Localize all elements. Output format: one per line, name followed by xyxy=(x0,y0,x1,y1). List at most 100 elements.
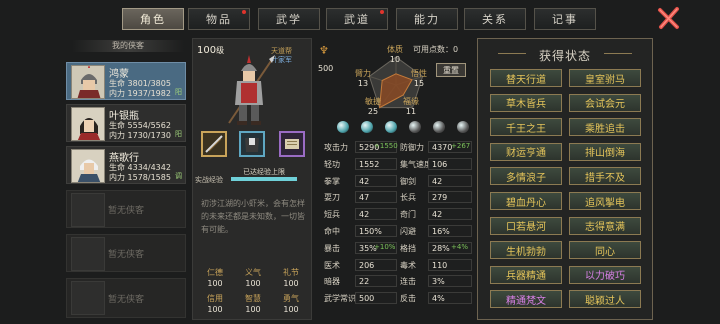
status-badge[interactable]: 志得意满 xyxy=(569,216,641,235)
attr-agility: 敏捷 25 xyxy=(360,96,386,116)
hero-tag: 阳 xyxy=(175,88,182,96)
tab-relations[interactable]: 关系 xyxy=(464,8,526,30)
empty-slot[interactable]: 暂无侠客 xyxy=(66,234,186,272)
stat-key: 反击 xyxy=(400,294,416,303)
status-badge[interactable]: 乘胜追击 xyxy=(569,118,641,137)
status-badge[interactable]: 追风掣电 xyxy=(569,192,641,210)
attr-value: 13 xyxy=(357,79,369,88)
status-badge[interactable]: 措手不及 xyxy=(569,167,641,186)
stat-number: 500 xyxy=(359,294,375,303)
virtue-key: 仁德 xyxy=(207,268,223,277)
accessory-slot[interactable] xyxy=(279,131,305,157)
stat-number: 279 xyxy=(432,193,448,202)
stat-key: 拳掌 xyxy=(324,177,340,186)
virtue-key: 义气 xyxy=(245,268,261,277)
status-badge[interactable]: 同心 xyxy=(569,241,641,260)
tab-label: 武学 xyxy=(276,13,302,26)
status-badge[interactable]: 聪颖过人 xyxy=(569,290,641,309)
virtue-key: 信用 xyxy=(207,294,223,303)
stat-key: 连击 xyxy=(400,277,416,286)
status-badge[interactable]: 口若悬河 xyxy=(490,216,562,235)
hero-mp: 内力 1730/1730 xyxy=(109,131,171,140)
stat-value: 500 xyxy=(355,292,397,304)
stat-number: 42 xyxy=(432,177,443,186)
virtue-stat: 仁德 100 xyxy=(201,267,229,289)
tab-label: 记事 xyxy=(552,13,578,26)
tab-abilities[interactable]: 能力 xyxy=(396,8,458,30)
virtue-value: 100 xyxy=(245,279,261,288)
status-badge[interactable]: 多情浪子 xyxy=(490,167,562,186)
notification-dot xyxy=(242,10,246,14)
tab-martial-path[interactable]: 武道 xyxy=(326,8,388,30)
stat-value: 42 xyxy=(428,175,472,187)
tab-martial-arts[interactable]: 武学 xyxy=(258,8,320,30)
weapon-slot[interactable] xyxy=(201,131,227,157)
gem-icon[interactable] xyxy=(385,121,397,133)
status-badge[interactable]: 排山倒海 xyxy=(569,142,641,161)
gem-icon[interactable] xyxy=(457,121,469,133)
status-badge[interactable]: 碧血丹心 xyxy=(490,192,562,210)
stat-key: 命中 xyxy=(324,227,340,236)
status-badge[interactable]: 兵器精通 xyxy=(490,265,562,284)
party-member-card[interactable]: 燕歌行 生命 4334/4342 内力 1578/1585 调 xyxy=(66,146,186,184)
stat-number: 1552 xyxy=(359,160,380,169)
empty-slot-label: 暂无侠客 xyxy=(107,205,144,216)
notification-dot xyxy=(380,10,384,14)
reset-button[interactable]: 重置 xyxy=(436,63,466,77)
empty-portrait xyxy=(71,193,105,227)
attr-constitution: 体质 10 xyxy=(382,44,408,64)
level-number: 100 xyxy=(197,45,217,56)
status-badge[interactable]: 草木皆兵 xyxy=(490,93,562,112)
virtue-stat: 勇气 100 xyxy=(277,293,305,315)
status-badge[interactable]: 皇室驸马 xyxy=(569,69,641,87)
status-badge[interactable]: 财运亨通 xyxy=(490,142,562,161)
status-badge[interactable]: 以力破巧 xyxy=(569,265,641,284)
exp-status: 已达经验上限 xyxy=(243,168,285,176)
gem-icon[interactable] xyxy=(409,121,421,133)
stat-key: 防御力 xyxy=(400,143,424,152)
empty-slot[interactable]: 暂无侠客 xyxy=(66,278,186,318)
tab-label: 关系 xyxy=(482,13,508,26)
stat-key: 轻功 xyxy=(324,160,340,169)
tab-label: 武道 xyxy=(344,13,370,26)
empty-slot[interactable]: 暂无侠客 xyxy=(66,190,186,228)
attr-value: 10 xyxy=(389,55,401,64)
stat-value: 279 xyxy=(428,191,472,203)
stat-bonus: +4% xyxy=(451,243,468,251)
stat-key: 武学常识 xyxy=(324,294,356,303)
virtue-stat: 信用 100 xyxy=(201,293,229,315)
stat-key: 短兵 xyxy=(324,210,340,219)
armor-slot[interactable] xyxy=(239,131,265,157)
empty-slot-label: 暂无侠客 xyxy=(107,294,144,305)
tab-items[interactable]: 物品 xyxy=(188,8,250,30)
virtue-stat: 智慧 100 xyxy=(239,293,267,315)
virtue-value: 100 xyxy=(207,279,223,288)
stat-key: 奇门 xyxy=(400,210,416,219)
gem-icon[interactable] xyxy=(361,121,373,133)
stat-number: 4370 xyxy=(432,143,453,152)
exp-bar xyxy=(231,177,297,181)
gem-icon[interactable] xyxy=(337,121,349,133)
party-member-card[interactable]: 鸿蒙 生命 3801/3805 内力 1937/1982 阳 xyxy=(66,62,186,100)
status-badge[interactable]: 精通梵文 xyxy=(490,290,562,309)
status-badge[interactable]: 会试会元 xyxy=(569,93,641,112)
status-badge[interactable]: 替天行道 xyxy=(490,69,562,87)
party-member-card[interactable]: 叶银瓶 生命 5554/5562 内力 1730/1730 阳 xyxy=(66,104,186,142)
character-bio: 初涉江湖的小虾米，会有怎样的未来还都是未知数，一切皆有可能。 xyxy=(201,199,305,234)
status-badge[interactable]: 千王之王 xyxy=(490,118,562,137)
stat-bonus: +267 xyxy=(451,142,471,150)
attr-value: 25 xyxy=(367,107,379,116)
status-badge[interactable]: 生机勃勃 xyxy=(490,241,562,260)
gem-icon[interactable] xyxy=(433,121,445,133)
virtue-value: 100 xyxy=(283,305,299,314)
attr-key: 福缘 xyxy=(403,97,419,106)
virtue-value: 100 xyxy=(283,279,299,288)
tab-journal[interactable]: 记事 xyxy=(534,8,596,30)
empty-slot-label: 暂无侠客 xyxy=(107,249,144,260)
status-title: 获得状态 xyxy=(538,49,591,63)
tab-character[interactable]: 角色 xyxy=(122,8,184,30)
armor-icon xyxy=(245,138,259,152)
stat-number: 150% xyxy=(359,227,382,236)
close-icon[interactable] xyxy=(657,6,681,30)
virtue-value: 100 xyxy=(207,305,223,314)
